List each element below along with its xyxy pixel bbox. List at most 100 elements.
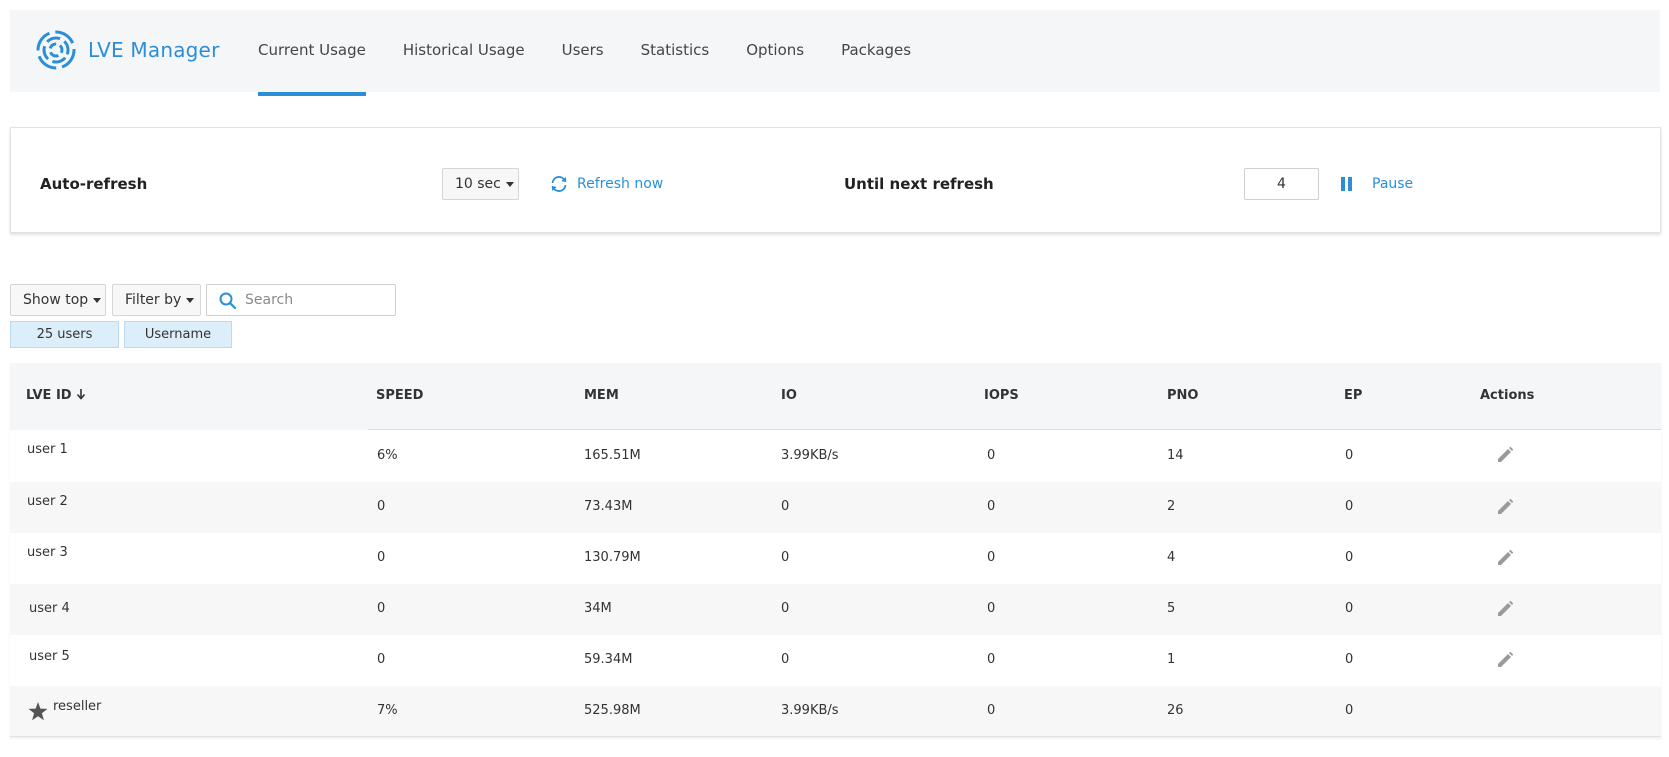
mem-cell: 34M: [584, 601, 612, 616]
iops-cell: 0: [987, 550, 996, 565]
speed-cell: 0: [377, 652, 386, 667]
pencil-icon[interactable]: [1496, 549, 1514, 567]
filter-by-chip: Username: [124, 321, 232, 348]
speed-cell: 0: [377, 601, 386, 616]
refresh-now-label: Refresh now: [577, 176, 664, 192]
chevron-down-icon: [505, 181, 514, 187]
tab-users[interactable]: Users: [562, 10, 604, 92]
io-cell: 0: [781, 550, 790, 565]
lve-logo-icon: [36, 30, 76, 70]
app-logo[interactable]: LVE Manager: [36, 28, 220, 72]
ep-cell: 0: [1345, 652, 1354, 667]
refresh-now-button[interactable]: Refresh now: [549, 170, 663, 198]
column-header-io[interactable]: IO: [781, 388, 797, 403]
table-row-reseller: reseller 7% 525.98M 3.99KB/s 0 26 0: [10, 686, 1661, 736]
until-next-refresh-label: Until next refresh: [844, 175, 994, 193]
refresh-icon: [551, 176, 567, 192]
lve-id-cell[interactable]: user 1: [27, 442, 68, 457]
column-header-ep[interactable]: EP: [1344, 388, 1362, 403]
pno-cell: 5: [1167, 601, 1176, 616]
pause-icon: [1341, 177, 1352, 191]
pno-cell: 26: [1167, 703, 1184, 718]
pno-cell: 1: [1167, 652, 1176, 667]
table-row: user 5 0 59.34M 0 0 1 0: [10, 635, 1661, 686]
pause-button[interactable]: Pause: [1341, 170, 1413, 198]
mem-cell: 165.51M: [584, 448, 641, 463]
column-header-label: LVE ID: [26, 388, 72, 403]
search-icon: [219, 292, 236, 309]
tab-options[interactable]: Options: [746, 10, 804, 92]
pause-label: Pause: [1372, 176, 1414, 192]
iops-cell: 0: [987, 448, 996, 463]
pencil-icon[interactable]: [1496, 651, 1514, 669]
star-icon: [28, 702, 48, 721]
show-top-chip: 25 users: [10, 321, 119, 348]
pencil-icon[interactable]: [1496, 446, 1514, 464]
app-title: LVE Manager: [88, 38, 220, 62]
filter-by-dropdown[interactable]: Filter by: [112, 284, 201, 316]
io-cell: 3.99KB/s: [781, 448, 839, 463]
refresh-interval-value: 10 sec: [455, 176, 501, 192]
search-input[interactable]: [245, 292, 385, 308]
io-cell: 0: [781, 652, 790, 667]
speed-cell: 0: [377, 550, 386, 565]
column-header-iops[interactable]: IOPS: [984, 388, 1019, 403]
tab-statistics[interactable]: Statistics: [641, 10, 710, 92]
main-nav: Current Usage Historical Usage Users Sta…: [258, 10, 948, 96]
iops-cell: 0: [987, 601, 996, 616]
arrow-down-icon: [77, 389, 86, 400]
usage-table: LVE ID SPEED MEM IO IOPS PNO EP Actions …: [10, 363, 1661, 737]
column-header-lve-id[interactable]: LVE ID: [26, 388, 86, 403]
ep-cell: 0: [1345, 703, 1354, 718]
speed-cell: 6%: [377, 448, 398, 463]
ep-cell: 0: [1345, 550, 1354, 565]
mem-cell: 73.43M: [584, 499, 633, 514]
lve-id-cell[interactable]: user 3: [27, 545, 68, 560]
table-row: user 4 0 34M 0 0 5 0: [10, 584, 1661, 635]
column-header-actions: Actions: [1480, 388, 1535, 403]
column-header-pno[interactable]: PNO: [1167, 388, 1198, 403]
iops-cell: 0: [987, 703, 996, 718]
pencil-icon[interactable]: [1496, 498, 1514, 516]
ep-cell: 0: [1345, 448, 1354, 463]
tab-packages[interactable]: Packages: [841, 10, 911, 92]
speed-cell: 0: [377, 499, 386, 514]
search-field[interactable]: [206, 284, 396, 316]
show-top-label: Show top: [23, 292, 89, 308]
table-header: LVE ID SPEED MEM IO IOPS PNO EP Actions: [10, 363, 1661, 430]
pno-cell: 2: [1167, 499, 1176, 514]
iops-cell: 0: [987, 652, 996, 667]
refresh-interval-select[interactable]: 10 sec: [442, 168, 519, 200]
mem-cell: 525.98M: [584, 703, 641, 718]
auto-refresh-label: Auto-refresh: [40, 175, 148, 193]
chevron-down-icon: [93, 297, 102, 303]
tab-historical-usage[interactable]: Historical Usage: [403, 10, 525, 92]
pencil-icon[interactable]: [1496, 600, 1514, 618]
lve-id-cell[interactable]: reseller: [53, 699, 101, 714]
pno-cell: 14: [1167, 448, 1184, 463]
column-header-mem[interactable]: MEM: [584, 388, 619, 403]
mem-cell: 59.34M: [584, 652, 633, 667]
chevron-down-icon: [186, 297, 195, 303]
lve-id-cell[interactable]: user 2: [27, 494, 68, 509]
table-row: user 2 0 73.43M 0 0 2 0: [10, 482, 1661, 533]
lve-id-cell[interactable]: user 4: [29, 601, 70, 616]
auto-refresh-panel: Auto-refresh 10 sec Refresh now Until ne…: [10, 127, 1661, 233]
top-header: LVE Manager Current Usage Historical Usa…: [10, 10, 1660, 96]
ep-cell: 0: [1345, 499, 1354, 514]
mem-cell: 130.79M: [584, 550, 641, 565]
lve-id-cell[interactable]: user 5: [29, 649, 70, 664]
refresh-countdown-field[interactable]: 4: [1244, 168, 1319, 200]
io-cell: 0: [781, 601, 790, 616]
tab-current-usage[interactable]: Current Usage: [258, 10, 366, 96]
io-cell: 3.99KB/s: [781, 703, 839, 718]
pno-cell: 4: [1167, 550, 1176, 565]
filter-by-label: Filter by: [125, 292, 182, 308]
speed-cell: 7%: [377, 703, 398, 718]
table-row: user 1 6% 165.51M 3.99KB/s 0 14 0: [10, 430, 1661, 482]
iops-cell: 0: [987, 499, 996, 514]
table-row: user 3 0 130.79M 0 0 4 0: [10, 533, 1661, 584]
show-top-dropdown[interactable]: Show top: [10, 284, 106, 316]
column-header-speed[interactable]: SPEED: [376, 388, 423, 403]
io-cell: 0: [781, 499, 790, 514]
